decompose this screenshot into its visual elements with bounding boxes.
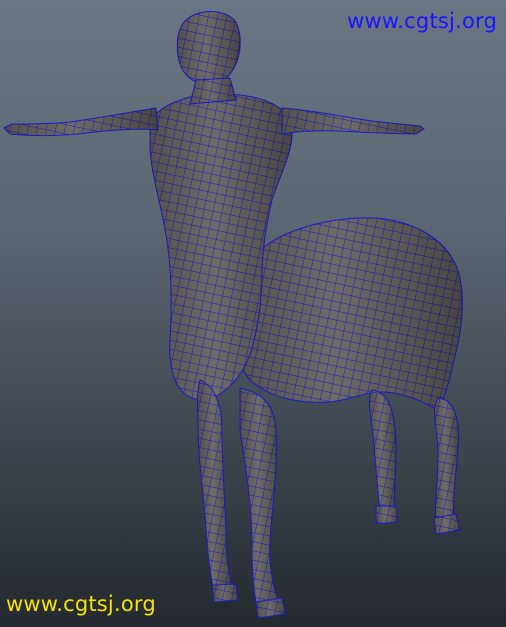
front-left-leg-shading — [197, 380, 232, 592]
hoof-front-left-shading — [212, 584, 238, 602]
watermark-bottom: www.cgtsj.org — [6, 592, 156, 616]
centaur-wireframe-model — [3, 11, 463, 619]
neck-shading — [190, 78, 236, 104]
back-right-leg-shading — [434, 398, 459, 526]
back-left-leg-shading — [369, 390, 396, 512]
watermark-top: www.cgtsj.org — [347, 9, 497, 33]
horse-body-shading — [231, 217, 463, 410]
hoof-back-left-shading — [376, 506, 398, 524]
front-right-leg-shading — [240, 388, 280, 612]
viewport-3d[interactable]: www.cgtsj.org www.cgtsj.org — [0, 0, 506, 627]
left-arm-shading — [4, 108, 158, 136]
right-arm-shading — [282, 108, 424, 134]
model-body — [3, 11, 463, 619]
